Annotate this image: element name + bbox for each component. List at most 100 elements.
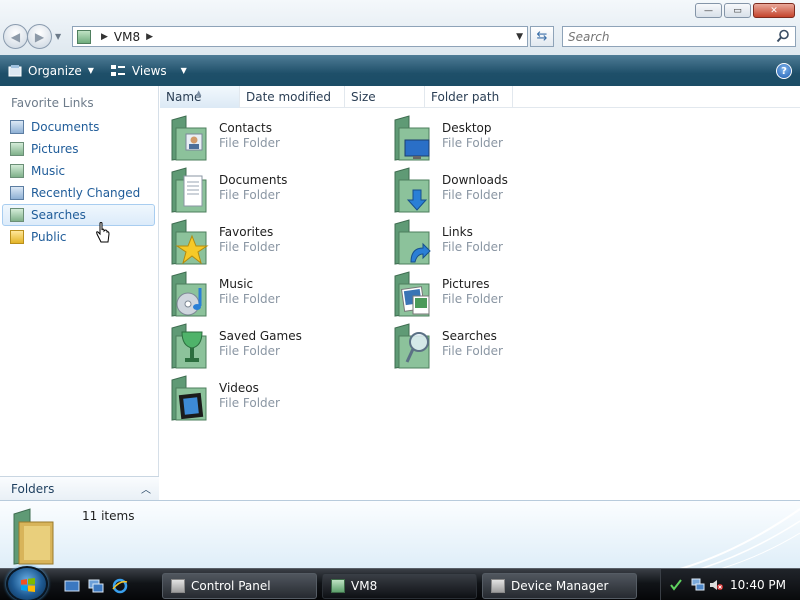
breadcrumb-separator-icon[interactable]: ▶: [101, 32, 108, 42]
folders-toggle[interactable]: Folders ︿: [0, 476, 159, 500]
switch-windows-icon[interactable]: [88, 578, 104, 594]
network-icon[interactable]: [691, 578, 705, 592]
user-folder-large-icon: [13, 508, 54, 565]
recent-pages-dropdown[interactable]: ▼: [55, 32, 61, 41]
column-headers: ▲ Name Date modified Size Folder path: [160, 86, 800, 108]
column-header-folder-path[interactable]: Folder path: [425, 86, 513, 108]
folder-name: Favorites: [219, 225, 274, 239]
views-label: Views: [131, 63, 167, 78]
user-folder-icon: [331, 579, 345, 593]
maximize-button[interactable]: ▭: [724, 3, 751, 18]
search-box[interactable]: [562, 26, 796, 47]
address-bar[interactable]: ▶ VM8 ▶ ▼: [72, 26, 528, 47]
music-icon: [10, 164, 24, 178]
minimize-button[interactable]: —: [695, 3, 722, 18]
show-desktop-icon[interactable]: [64, 578, 80, 594]
column-header-size[interactable]: Size: [345, 86, 425, 108]
folder-name: Saved Games: [219, 329, 302, 343]
chevron-down-icon: ▼: [87, 66, 94, 75]
folder-item-music[interactable]: Music File Folder: [168, 270, 388, 320]
folder-item-links[interactable]: Links File Folder: [391, 218, 611, 268]
sidebar-item-label: Public: [31, 230, 67, 244]
sidebar-item-pictures[interactable]: Pictures: [2, 138, 155, 160]
windows-logo-icon: [21, 578, 35, 592]
folder-name: Music: [219, 277, 254, 291]
control-panel-icon: [171, 579, 185, 593]
folder-item-saved-games[interactable]: Saved Games File Folder: [168, 322, 388, 372]
folder-item-desktop[interactable]: Desktop File Folder: [391, 114, 611, 164]
back-button[interactable]: ◀: [3, 24, 28, 49]
column-label: Date modified: [246, 90, 332, 104]
folder-item-contacts[interactable]: Contacts File Folder: [168, 114, 388, 164]
volume-muted-icon[interactable]: [709, 578, 723, 592]
folder-type: File Folder: [219, 188, 280, 202]
folder-item-videos[interactable]: Videos File Folder: [168, 374, 388, 424]
system-tray: 10:40 PM: [660, 569, 800, 600]
folder-type: File Folder: [219, 240, 280, 254]
folder-item-favorites[interactable]: Favorites File Folder: [168, 218, 388, 268]
close-button[interactable]: ✕: [753, 3, 795, 18]
sidebar-item-public[interactable]: Public: [2, 226, 155, 248]
links-folder-icon: [394, 219, 431, 265]
column-label: Size: [351, 90, 376, 104]
favorites-folder-icon: [171, 219, 209, 265]
organize-button[interactable]: Organize ▼: [0, 55, 102, 86]
folder-item-searches[interactable]: Searches File Folder: [391, 322, 611, 372]
folder-type: File Folder: [442, 292, 503, 306]
contacts-folder-icon: [171, 115, 207, 161]
column-header-date-modified[interactable]: Date modified: [240, 86, 345, 108]
forward-arrow-icon: ▶: [34, 29, 45, 44]
taskbar: Control Panel VM8 Device Manager 10:40 P…: [0, 566, 800, 600]
taskbar-button-label: Control Panel: [191, 579, 271, 593]
folder-name: Searches: [442, 329, 497, 343]
folder-type: File Folder: [442, 240, 503, 254]
folder-item-downloads[interactable]: Downloads File Folder: [391, 166, 611, 216]
taskbar-button-device-manager[interactable]: Device Manager: [482, 573, 637, 599]
address-dropdown-icon[interactable]: ▼: [516, 32, 523, 42]
details-pane: 11 items: [0, 500, 800, 568]
folder-type: File Folder: [219, 292, 280, 306]
sidebar-item-searches[interactable]: Searches: [2, 204, 155, 226]
folder-item-documents[interactable]: Documents File Folder: [168, 166, 388, 216]
folder-name: Downloads: [442, 173, 508, 187]
pictures-folder-icon: [394, 271, 430, 317]
navigation-pane: Favorite Links Documents Pictures Music …: [0, 86, 159, 500]
item-count: 11 items: [82, 509, 135, 523]
column-header-name[interactable]: ▲ Name: [160, 86, 240, 108]
saved-games-folder-icon: [171, 323, 207, 369]
window-controls: — ▭ ✕: [695, 3, 795, 18]
sidebar-item-recently-changed[interactable]: Recently Changed: [2, 182, 155, 204]
start-button[interactable]: [6, 566, 48, 600]
taskbar-button-control-panel[interactable]: Control Panel: [162, 573, 317, 599]
forward-button[interactable]: ▶: [27, 24, 52, 49]
folder-type: File Folder: [219, 136, 280, 150]
sidebar-item-music[interactable]: Music: [2, 160, 155, 182]
folder-name: Pictures: [442, 277, 490, 291]
folder-item-pictures[interactable]: Pictures File Folder: [391, 270, 611, 320]
sidebar-item-label: Recently Changed: [31, 186, 141, 200]
clock[interactable]: 10:40 PM: [730, 578, 786, 592]
sidebar-item-documents[interactable]: Documents: [2, 116, 155, 138]
taskbar-button-label: Device Manager: [511, 579, 609, 593]
pictures-icon: [10, 142, 24, 156]
search-icon[interactable]: [776, 29, 790, 43]
help-icon[interactable]: ?: [776, 63, 792, 79]
column-label: Folder path: [431, 90, 500, 104]
documents-icon: [10, 120, 24, 134]
refresh-button[interactable]: ⇆: [530, 26, 554, 47]
organize-label: Organize: [28, 63, 82, 78]
favorite-links-heading: Favorite Links: [11, 96, 94, 110]
favorite-links-list: Documents Pictures Music Recently Change…: [0, 116, 159, 248]
internet-explorer-icon[interactable]: [112, 578, 128, 594]
sidebar-item-label: Music: [31, 164, 66, 178]
hand-cursor-icon: [96, 222, 110, 243]
breadcrumb-expand-icon[interactable]: ▶: [146, 32, 153, 42]
windows-defender-icon[interactable]: [669, 578, 683, 592]
folder-type: File Folder: [442, 344, 503, 358]
chevron-down-icon[interactable]: ▼: [181, 66, 187, 75]
breadcrumb-vm8[interactable]: VM8: [114, 30, 140, 44]
videos-folder-icon: [171, 375, 207, 421]
search-input[interactable]: [568, 29, 768, 44]
views-button[interactable]: Views ▼: [102, 55, 195, 86]
taskbar-button-vm8[interactable]: VM8: [322, 573, 477, 599]
